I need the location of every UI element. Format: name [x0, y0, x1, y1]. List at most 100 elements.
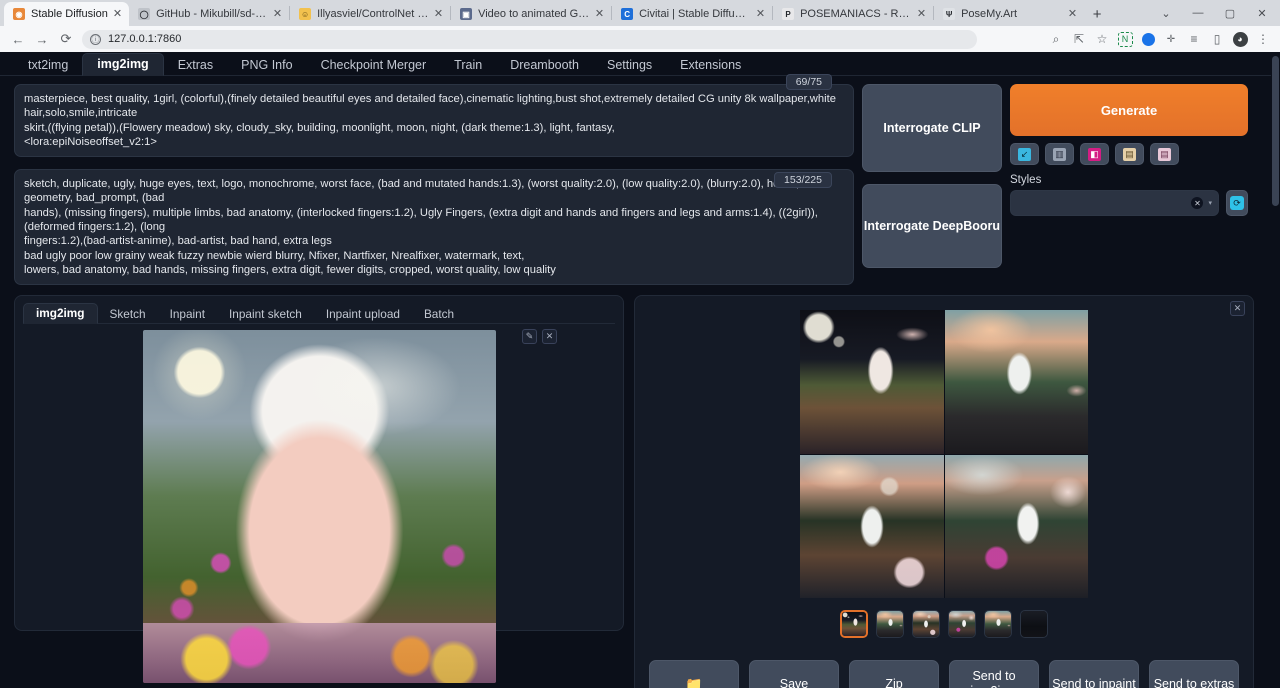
clear-styles-icon[interactable]: ✕ [1191, 197, 1203, 209]
notion-extension-icon[interactable]: N [1114, 28, 1136, 50]
browser-tab-stable-diffusion[interactable]: ◉ Stable Diffusion ✕ [4, 2, 129, 26]
tab-train[interactable]: Train [440, 55, 496, 76]
address-bar[interactable]: ⓘ 127.0.0.1:7860 [82, 30, 977, 49]
tab-close-icon[interactable]: ✕ [113, 9, 122, 20]
send-to-img2img-button[interactable]: Send to img2img [949, 660, 1039, 688]
scrollbar-thumb[interactable] [1272, 56, 1279, 206]
generated-image-3[interactable] [800, 455, 944, 599]
app-tab-bar: txt2img img2img Extras PNG Info Checkpoi… [0, 52, 1280, 76]
chevron-down-icon[interactable]: ▾ [1208, 199, 1212, 207]
styles-dropdown[interactable]: ✕ ▾ [1010, 190, 1219, 216]
positive-prompt-input[interactable]: masterpiece, best quality, 1girl, (color… [14, 84, 854, 157]
reload-icon[interactable]: ⟳ [54, 28, 78, 50]
browser-tab-posemyart[interactable]: Ψ PoseMy.Art ✕ [934, 2, 1084, 26]
browser-toolbar: ← → ⟳ ⓘ 127.0.0.1:7860 ⌕ ⇱ ☆ N ✛ ≡ ▯ ◕ ⋮ [0, 26, 1280, 52]
window-minimize-button[interactable]: — [1182, 7, 1214, 19]
lower-section: img2img Sketch Inpaint Inpaint sketch In… [0, 285, 1280, 688]
positive-token-counter: 69/75 [786, 74, 832, 90]
gallery-thumbnail[interactable] [876, 610, 904, 638]
tab-dreambooth[interactable]: Dreambooth [496, 55, 593, 76]
positive-prompt-line-2: skirt,((flying petal)),(Flowery meadow) … [24, 121, 844, 135]
extra-networks-icon[interactable]: ◧ [1080, 143, 1109, 165]
zoom-icon[interactable]: ⌕ [1045, 28, 1067, 50]
new-tab-button[interactable]: + [1084, 2, 1110, 26]
remove-image-icon[interactable]: ✕ [542, 329, 557, 344]
window-controls: ⌄ — ▢ ✕ [1150, 0, 1280, 26]
tab-png-info[interactable]: PNG Info [227, 55, 306, 76]
tab-img2img[interactable]: img2img [82, 53, 163, 76]
source-image-preview[interactable] [143, 330, 496, 683]
address-text: 127.0.0.1:7860 [108, 33, 181, 45]
browser-tab-civitai[interactable]: C Civitai | Stable Diffusion models ✕ [612, 2, 772, 26]
source-image-stage: ✎ ✕ [23, 324, 615, 624]
browser-tab-posemaniacs[interactable]: P POSEMANIACS - Royalty free 3 ✕ [773, 2, 933, 26]
site-info-icon[interactable]: ⓘ [90, 34, 101, 45]
paste-arrow-icon[interactable]: ↙ [1010, 143, 1039, 165]
send-to-inpaint-button[interactable]: Send to inpaint [1049, 660, 1139, 688]
gallery-thumbnail[interactable] [984, 610, 1012, 638]
tab-checkpoint-merger[interactable]: Checkpoint Merger [307, 55, 441, 76]
chrome-menu-icon[interactable]: ⋮ [1252, 28, 1274, 50]
zip-button[interactable]: Zip [849, 660, 939, 688]
window-maximize-button[interactable]: ▢ [1214, 7, 1246, 20]
tab-close-icon[interactable]: ✕ [756, 9, 765, 20]
tab-close-icon[interactable]: ✕ [595, 9, 604, 20]
forward-icon[interactable]: → [30, 28, 54, 50]
gallery-thumbnail[interactable] [912, 610, 940, 638]
edit-pencil-icon[interactable]: ✎ [522, 329, 537, 344]
browser-tab-title: Illyasviel/ControlNet at main [317, 8, 429, 20]
page-scrollbar[interactable] [1271, 52, 1280, 688]
tab-txt2img[interactable]: txt2img [14, 55, 82, 76]
tab-extensions[interactable]: Extensions [666, 55, 755, 76]
trash-icon[interactable]: ▥ [1045, 143, 1074, 165]
generated-image-2[interactable] [945, 310, 1089, 454]
reading-list-icon[interactable]: ≡ [1183, 28, 1205, 50]
save-style-icon[interactable]: ▤ [1150, 143, 1179, 165]
browser-tab-controlnet[interactable]: ☺ Illyasviel/ControlNet at main ✕ [290, 2, 450, 26]
browser-tab-gif-converter[interactable]: ▣ Video to animated GIF converter ✕ [451, 2, 611, 26]
window-chevron-icon[interactable]: ⌄ [1150, 7, 1182, 20]
window-close-button[interactable]: ✕ [1246, 7, 1278, 20]
generate-button[interactable]: Generate [1010, 84, 1248, 136]
mode-tab-sketch[interactable]: Sketch [98, 305, 158, 324]
gallery-thumbnail[interactable] [840, 610, 868, 638]
negative-prompt-input[interactable]: sketch, duplicate, ugly, huge eyes, text… [14, 169, 854, 285]
negative-prompt-line-4: bad ugly poor low grainy weak fuzzy newb… [24, 249, 844, 263]
mode-tab-inpaint-sketch[interactable]: Inpaint sketch [217, 305, 314, 324]
interrogate-clip-button[interactable]: Interrogate CLIP [862, 84, 1002, 172]
tab-close-icon[interactable]: ✕ [434, 9, 443, 20]
bookmark-star-icon[interactable]: ☆ [1091, 28, 1113, 50]
positive-prompt-line-3: <lora:epiNoiseoffset_v2:1> [24, 135, 844, 149]
send-to-extras-button[interactable]: Send to extras [1149, 660, 1239, 688]
tab-close-icon[interactable]: ✕ [273, 9, 282, 20]
extension-blue-icon[interactable] [1137, 28, 1159, 50]
close-icon[interactable]: ✕ [1230, 301, 1245, 316]
mode-tab-batch[interactable]: Batch [412, 305, 466, 324]
browser-tab-github[interactable]: ◯ GitHub - Mikubill/sd-webui-co ✕ [129, 2, 289, 26]
save-button[interactable]: Save [749, 660, 839, 688]
generated-image-1[interactable] [800, 310, 944, 454]
puzzle-extensions-icon[interactable]: ✛ [1160, 28, 1182, 50]
mode-tab-img2img[interactable]: img2img [23, 303, 98, 324]
side-panel-icon[interactable]: ▯ [1206, 28, 1228, 50]
generated-image-4[interactable] [945, 455, 1089, 599]
mode-tab-inpaint-upload[interactable]: Inpaint upload [314, 305, 412, 324]
gallery-thumbnail[interactable] [1020, 610, 1048, 638]
tab-close-icon[interactable]: ✕ [917, 9, 926, 20]
interrogate-deepbooru-button[interactable]: Interrogate DeepBooru [862, 184, 1002, 268]
tab-settings[interactable]: Settings [593, 55, 666, 76]
browser-tab-title: Stable Diffusion [31, 8, 108, 20]
open-folder-button[interactable]: 📁 [649, 660, 739, 688]
tab-close-icon[interactable]: ✕ [1068, 9, 1077, 20]
posemyart-icon: Ψ [943, 8, 955, 20]
share-icon[interactable]: ⇱ [1068, 28, 1090, 50]
gallery-thumbnail[interactable] [948, 610, 976, 638]
tab-extras[interactable]: Extras [164, 55, 227, 76]
mode-tab-inpaint[interactable]: Inpaint [158, 305, 217, 324]
output-gallery-grid[interactable] [800, 310, 1088, 598]
apply-style-icon[interactable]: ▤ [1115, 143, 1144, 165]
generate-column: Generate ↙ ▥ ◧ ▤ ▤ Styles ✕ ▾ ⟳ [1010, 84, 1248, 285]
refresh-styles-button[interactable]: ⟳ [1226, 190, 1248, 216]
profile-avatar-icon[interactable]: ◕ [1229, 28, 1251, 50]
back-icon[interactable]: ← [6, 28, 30, 50]
